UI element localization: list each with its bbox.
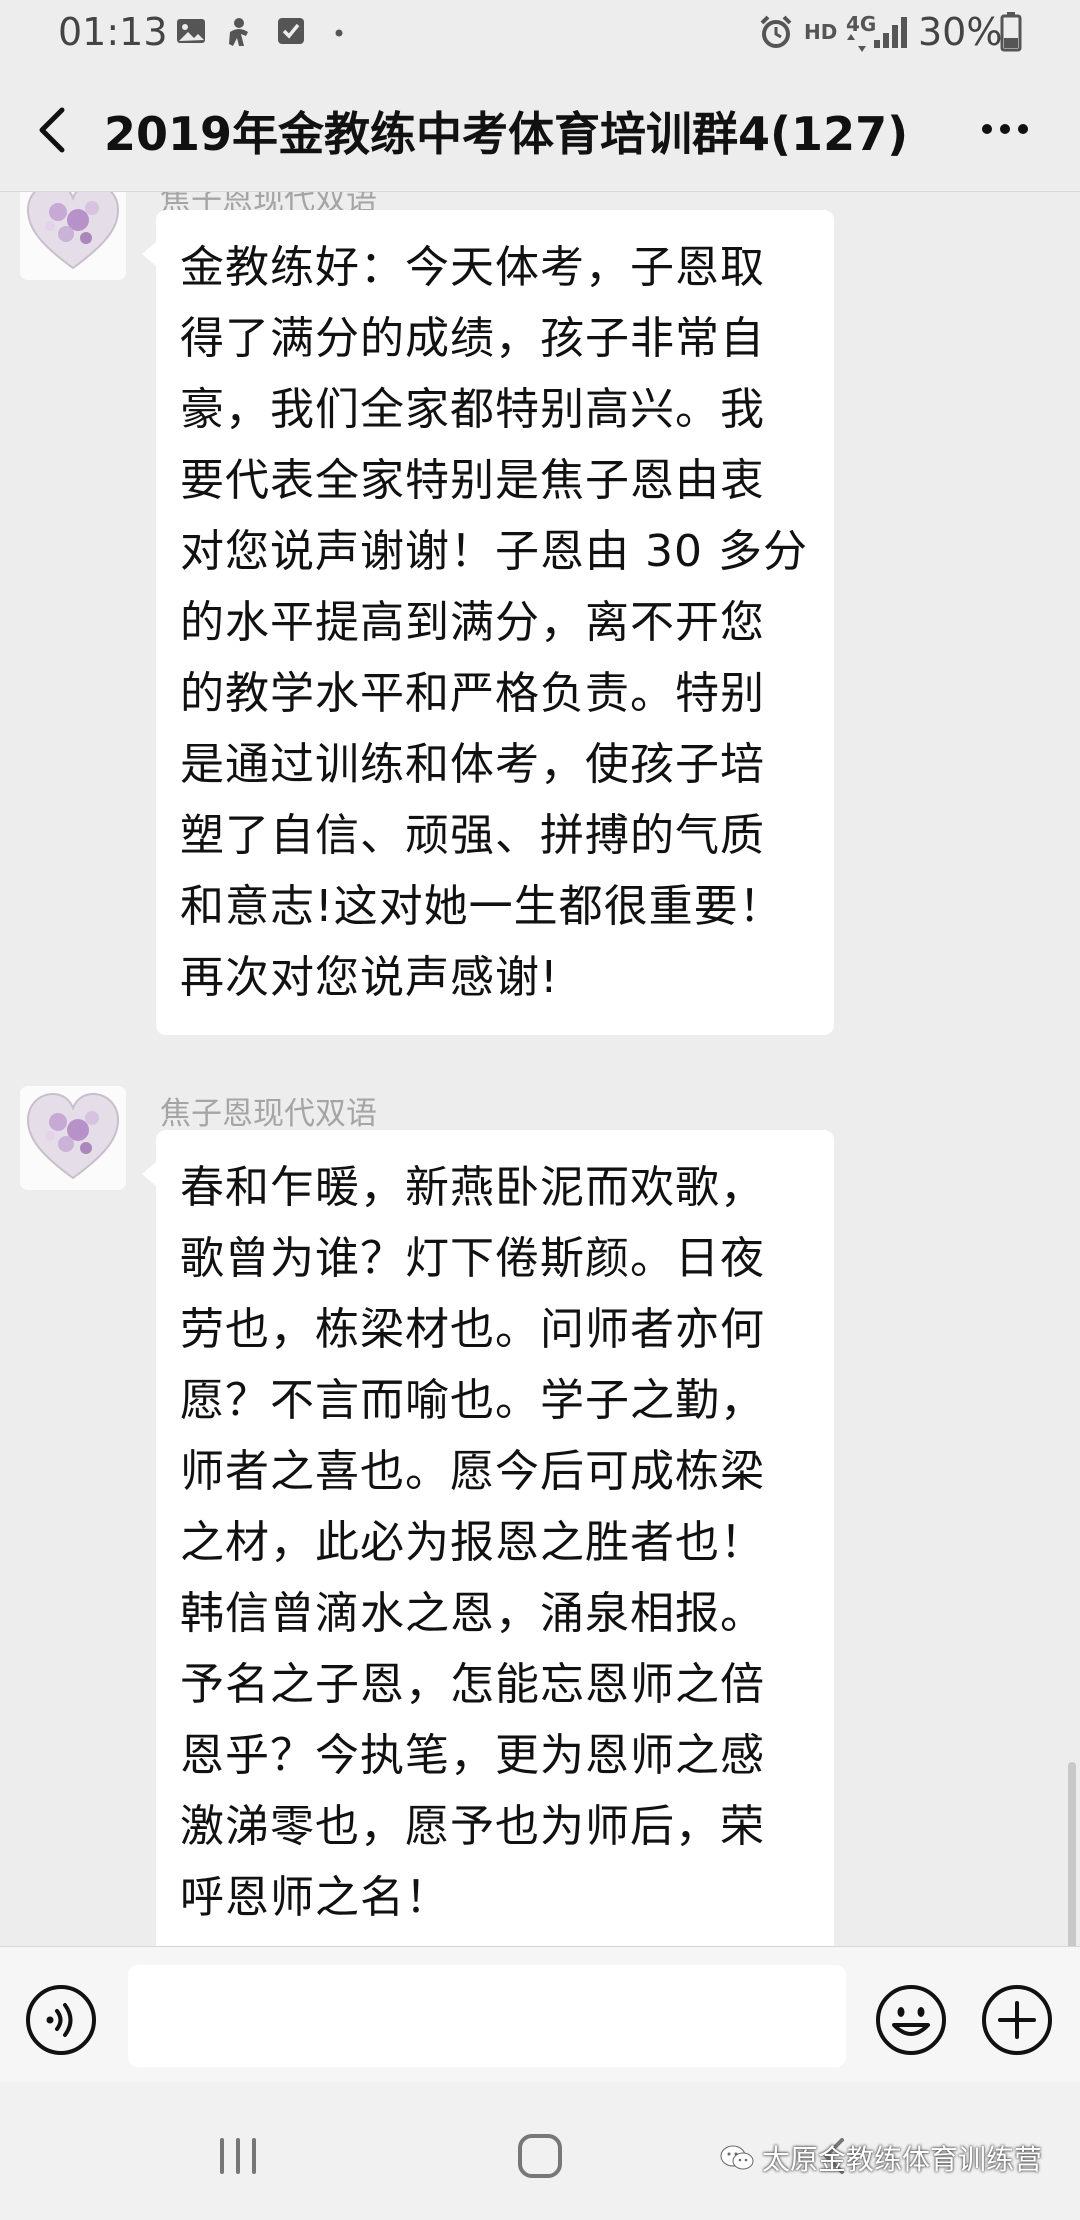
alarm-icon (760, 15, 792, 48)
wechat-logo-icon (720, 2145, 754, 2170)
home-icon[interactable] (516, 2132, 564, 2180)
sender-avatar[interactable] (20, 192, 126, 280)
more-options-icon[interactable] (980, 122, 1030, 136)
scrollbar[interactable] (1068, 1762, 1076, 1946)
message-text: 春和乍暖，新燕卧泥而欢歌， 歌曾为谁？灯下倦斯颜。日夜 劳也，栋梁材也。问师者亦… (180, 1162, 765, 1923)
accessibility-icon (229, 18, 248, 46)
gallery-icon (177, 19, 205, 43)
message-text: 金教练好：今天体考，子恩取 得了满分的成绩，孩子非常自 豪，我们全家都特别高兴。… (180, 242, 808, 1003)
chat-title: 2019年金教练中考体育培训群4(127) (104, 107, 909, 161)
sender-avatar[interactable] (20, 1086, 126, 1190)
battery-percent: 30% (918, 10, 1003, 54)
chat-message-list[interactable]: 焦子恩现代双语 金教练好：今天体考，子恩取 得了满分的成绩，孩子非常自 豪，我们… (0, 192, 1080, 1946)
more-notifications-dot-icon (335, 29, 343, 37)
battery-icon (1000, 12, 1022, 52)
status-time: 01:13 (58, 10, 168, 54)
watermark: 太原金教练体育训练营 (720, 2138, 1042, 2178)
chat-header: 2019年金教练中考体育培训群4(127) (0, 66, 1080, 192)
heart-avatar-icon (20, 192, 126, 280)
system-navigation-bar: 太原金教练体育训练营 (0, 2082, 1080, 2220)
sender-name: 焦子恩现代双语 (160, 1096, 377, 1132)
message-bubble[interactable]: 春和乍暖，新燕卧泥而欢歌， 歌曾为谁？灯下倦斯颜。日夜 劳也，栋梁材也。问师者亦… (142, 1130, 834, 1946)
data-arrows-icon (847, 34, 866, 52)
message-bubble[interactable]: 金教练好：今天体考，子恩取 得了满分的成绩，孩子非常自 豪，我们全家都特别高兴。… (142, 210, 834, 1035)
input-bar (0, 1946, 1080, 2082)
checkbox-notification-icon (278, 18, 304, 44)
watermark-text: 太原金教练体育训练营 (762, 2143, 1043, 2176)
heart-avatar-icon (20, 1086, 126, 1190)
emoji-icon[interactable] (874, 1983, 948, 2057)
plus-circle-icon[interactable] (980, 1983, 1054, 2057)
status-bar: 01:13 HD 4G 30% (0, 0, 1080, 66)
hd-indicator: HD (804, 20, 838, 44)
back-icon[interactable] (32, 100, 72, 160)
message-input[interactable] (128, 1965, 846, 2067)
voice-icon[interactable] (24, 1983, 98, 2057)
recent-apps-icon[interactable] (216, 2136, 260, 2176)
signal-icon (874, 17, 907, 48)
